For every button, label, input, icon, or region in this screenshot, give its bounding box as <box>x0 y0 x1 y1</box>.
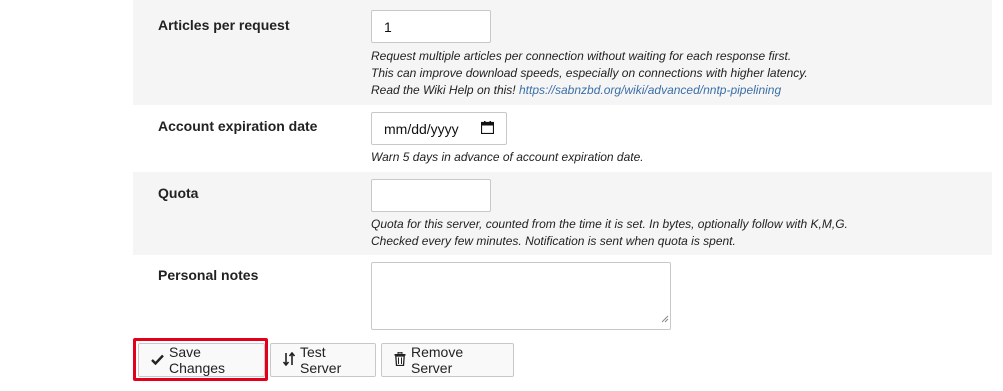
account-expiration-label: Account expiration date <box>158 118 318 134</box>
quota-description: Quota for this server, counted from the … <box>371 216 848 250</box>
row-articles-per-request: Articles per request 1 Request multiple … <box>133 0 992 105</box>
sort-arrows-icon <box>282 351 296 369</box>
test-server-label: Test Server <box>300 344 342 376</box>
wiki-help-text: Read the Wiki Help on this! <box>371 83 516 97</box>
quota-desc-line-1: Quota for this server, counted from the … <box>371 217 848 231</box>
articles-desc-line-2: This can improve download speeds, especi… <box>371 66 808 80</box>
row-quota: Quota Quota for this server, counted fro… <box>133 172 992 255</box>
remove-server-label: Remove Server <box>411 344 464 376</box>
trash-icon <box>394 351 406 369</box>
account-expiration-placeholder: mm/dd/yyyy <box>384 120 459 137</box>
articles-per-request-description: Request multiple articles per connection… <box>371 48 808 99</box>
calendar-icon[interactable] <box>480 120 495 137</box>
remove-server-button[interactable]: Remove Server <box>381 343 514 377</box>
articles-desc-line-3: Read the Wiki Help on this! https://sabn… <box>371 82 808 99</box>
account-expiration-input[interactable]: mm/dd/yyyy <box>371 112 507 145</box>
articles-per-request-value: 1 <box>384 18 392 35</box>
quota-label: Quota <box>158 185 199 201</box>
row-personal-notes: Personal notes <box>133 255 992 335</box>
test-server-button[interactable]: Test Server <box>270 343 376 377</box>
articles-per-request-label: Articles per request <box>158 17 290 33</box>
quota-input[interactable] <box>371 179 491 212</box>
save-changes-button[interactable]: Save Changes <box>138 343 265 377</box>
row-account-expiration: Account expiration date mm/dd/yyyy Warn … <box>133 105 992 172</box>
wiki-help-link[interactable]: https://sabnzbd.org/wiki/advanced/nntp-p… <box>519 83 781 97</box>
resize-grip-icon[interactable] <box>661 310 669 328</box>
check-icon <box>151 352 164 368</box>
personal-notes-textarea[interactable] <box>371 262 671 330</box>
personal-notes-label: Personal notes <box>158 267 259 283</box>
server-settings-panel: Articles per request 1 Request multiple … <box>133 0 992 335</box>
quota-desc-line-2: Checked every few minutes. Notification … <box>371 234 736 248</box>
save-changes-label: Save Changes <box>169 344 226 376</box>
articles-per-request-input[interactable]: 1 <box>371 10 491 43</box>
account-expiration-description: Warn 5 days in advance of account expira… <box>371 150 644 164</box>
articles-desc-line-1: Request multiple articles per connection… <box>371 49 792 63</box>
